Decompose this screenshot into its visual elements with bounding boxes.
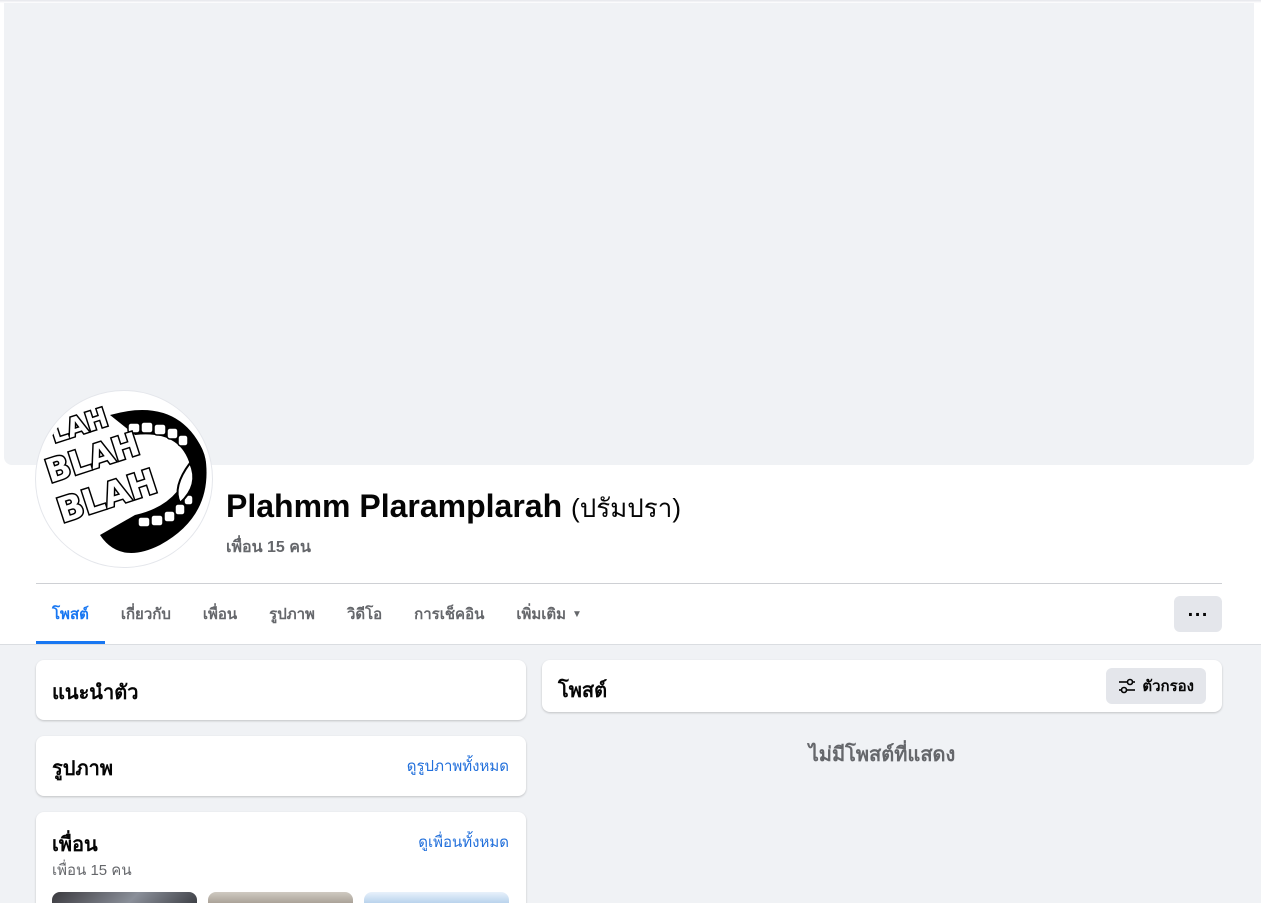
ellipsis-icon: ··· <box>1187 604 1209 624</box>
profile-header: LAH BLAH BLAH Plahmm Plaramplarah (ปรัมป… <box>0 0 1261 645</box>
filter-button[interactable]: ตัวกรอง <box>1106 668 1206 704</box>
friend-thumbnail[interactable] <box>364 892 509 903</box>
tab-photos[interactable]: รูปภาพ <box>253 584 331 644</box>
friend-thumbnail[interactable] <box>208 892 353 903</box>
profile-name-block: Plahmm Plaramplarah (ปรัมปรา) เพื่อน 15 … <box>226 488 681 560</box>
see-all-photos-link[interactable]: ดูรูปภาพทั้งหมด <box>407 754 509 778</box>
tab-posts[interactable]: โพสต์ <box>36 584 105 644</box>
tab-about-label: เกี่ยวกับ <box>120 606 171 623</box>
more-options-button[interactable]: ··· <box>1174 596 1222 632</box>
profile-tabs: โพสต์ เกี่ยวกับ เพื่อน รูปภาพ วิดีโอ การ… <box>36 584 598 644</box>
tab-about[interactable]: เกี่ยวกับ <box>105 584 187 644</box>
intro-title: แนะนำตัว <box>52 682 139 704</box>
profile-avatar[interactable]: LAH BLAH BLAH <box>36 391 212 567</box>
filter-label: ตัวกรอง <box>1142 678 1194 695</box>
no-posts-message: ไม่มีโพสต์ที่แสดง <box>808 744 956 766</box>
cover-photo[interactable] <box>4 3 1254 465</box>
friend-count-link[interactable]: เพื่อน 15 คน <box>226 535 681 560</box>
tab-checkins[interactable]: การเช็คอิน <box>398 584 500 644</box>
sliders-icon <box>1119 678 1136 694</box>
intro-card: แนะนำตัว <box>36 660 526 720</box>
tab-photos-label: รูปภาพ <box>269 606 315 623</box>
tab-videos[interactable]: วิดีโอ <box>331 584 398 644</box>
friends-card: เพื่อน ดูเพื่อนทั้งหมด เพื่อน 15 คน <box>36 812 526 903</box>
profile-page: LAH BLAH BLAH Plahmm Plaramplarah (ปรัมป… <box>0 0 1261 903</box>
tab-friends-label: เพื่อน <box>202 606 238 623</box>
profile-display-name: Plahmm Plaramplarah <box>226 488 563 524</box>
posts-title: โพสต์ <box>558 680 608 702</box>
friends-count-subtitle: เพื่อน 15 คน <box>52 862 132 879</box>
posts-card: โพสต์ ตัวกรอง <box>542 660 1222 712</box>
photos-card: รูปภาพ ดูรูปภาพทั้งหมด <box>36 736 526 796</box>
blah-blah-logo: LAH BLAH BLAH <box>40 395 208 563</box>
photos-title: รูปภาพ <box>52 758 114 780</box>
tab-friends[interactable]: เพื่อน <box>187 584 253 644</box>
tab-more-label: เพิ่มเติม <box>516 606 567 623</box>
caret-down-icon: ▼ <box>572 608 582 620</box>
profile-name: Plahmm Plaramplarah (ปรัมปรา) <box>226 488 681 529</box>
see-all-friends-link[interactable]: ดูเพื่อนทั้งหมด <box>418 830 509 854</box>
tab-videos-label: วิดีโอ <box>346 606 383 623</box>
friend-thumbnail[interactable] <box>52 892 197 903</box>
tab-posts-label: โพสต์ <box>52 606 89 623</box>
tab-checkins-label: การเช็คอิน <box>414 606 485 623</box>
friends-title: เพื่อน <box>52 834 98 856</box>
profile-alternate-name: (ปรัมปรา) <box>571 493 682 523</box>
tab-more[interactable]: เพิ่มเติม ▼ <box>500 584 598 644</box>
